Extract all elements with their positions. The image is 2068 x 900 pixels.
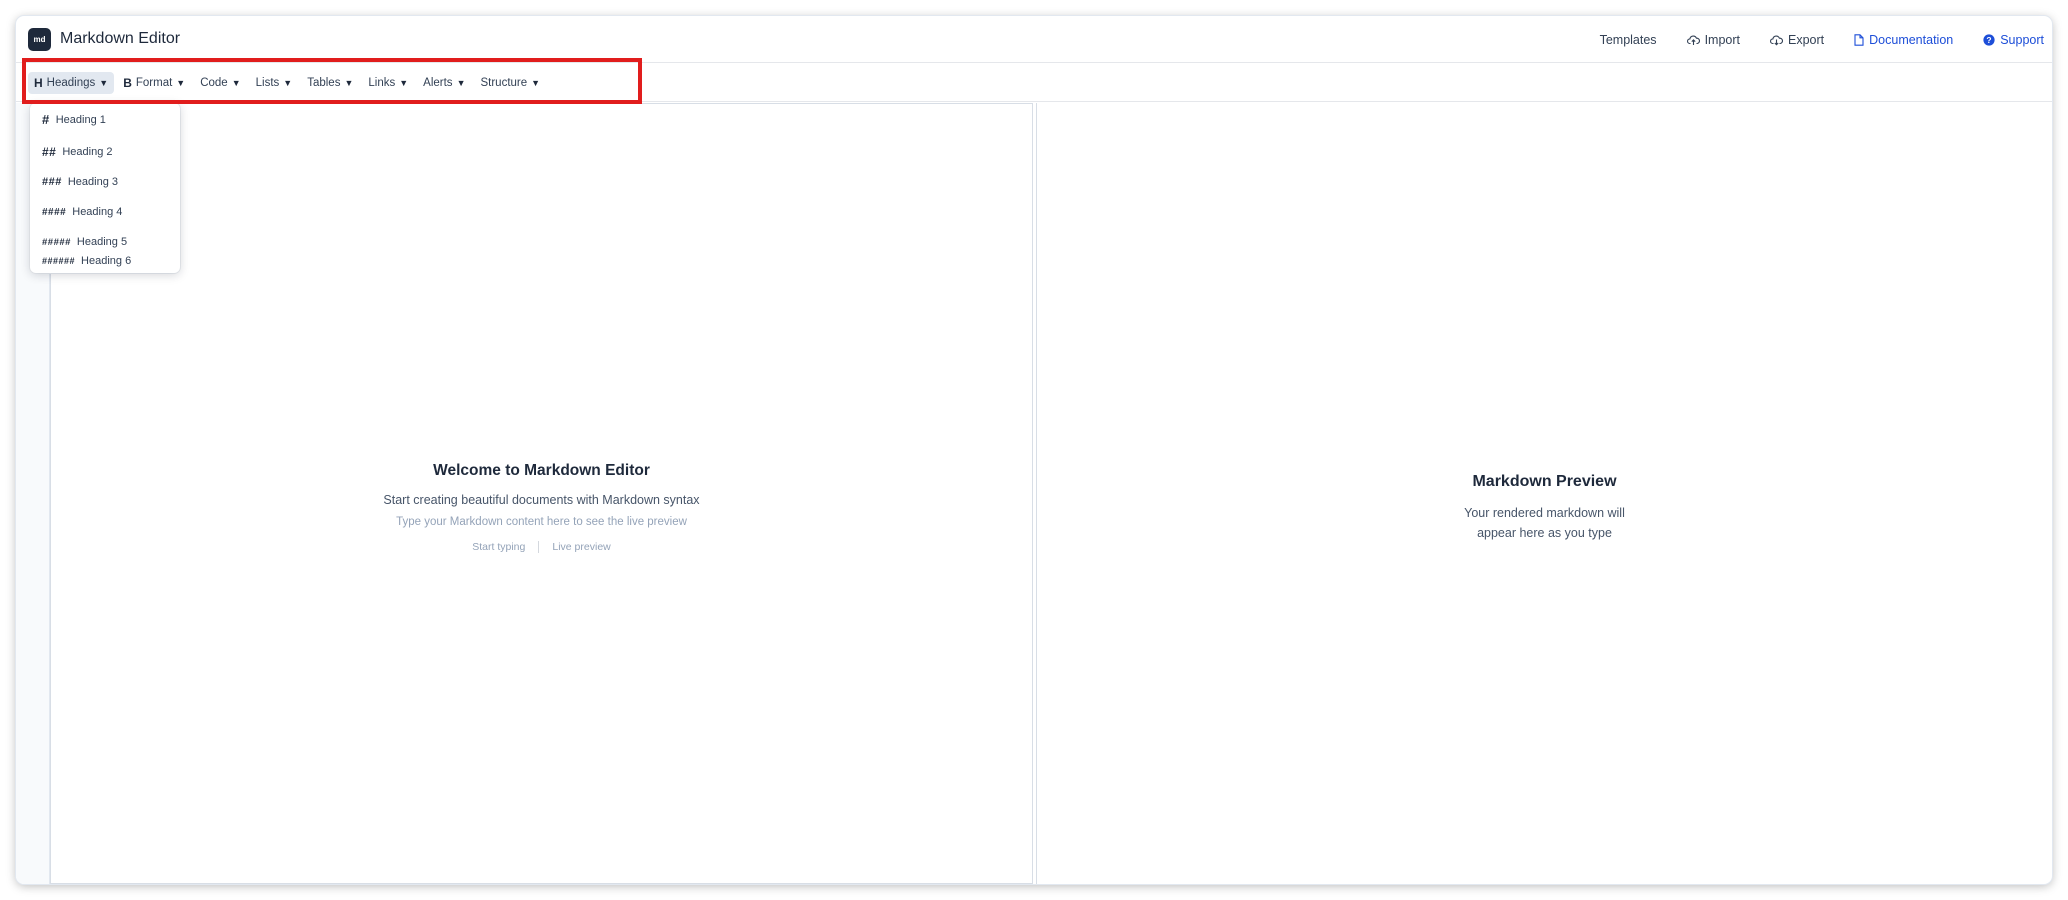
heading-icon: H	[34, 76, 43, 90]
hash-icon: #####	[42, 236, 71, 248]
caret-down-icon: ▼	[176, 78, 186, 88]
option-label: Heading 3	[67, 176, 119, 188]
heading-3-option[interactable]: ### Heading 3	[42, 176, 118, 188]
templates-button[interactable]: Templates	[1600, 33, 1657, 47]
menu-label: Format	[135, 77, 173, 89]
export-button[interactable]: Export	[1770, 33, 1824, 47]
links-menu-button[interactable]: Links ▼	[362, 72, 414, 94]
welcome-title: Welcome to Markdown Editor	[433, 462, 650, 479]
app-logo: md	[28, 28, 51, 51]
caret-down-icon: ▼	[99, 78, 109, 88]
bold-icon: B	[123, 76, 132, 90]
preview-pane: Markdown Preview Your rendered markdown …	[1036, 103, 2052, 884]
document-icon	[1854, 33, 1864, 46]
formatting-toolbar: H Headings ▼ B Format ▼ Code ▼ Lists ▼ T…	[16, 64, 2052, 102]
templates-label: Templates	[1599, 32, 1657, 47]
heading-2-option[interactable]: ## Heading 2	[42, 145, 113, 159]
hash-icon: ##	[42, 145, 57, 159]
menu-label: Alerts	[423, 77, 453, 89]
menu-label: Lists	[255, 77, 280, 89]
preview-placeholder: Markdown Preview Your rendered markdown …	[1037, 473, 2052, 543]
import-label: Import	[1704, 32, 1740, 47]
alerts-menu-button[interactable]: Alerts ▼	[417, 72, 471, 94]
tables-menu-button[interactable]: Tables ▼	[301, 72, 359, 94]
tag-divider	[538, 541, 540, 553]
menu-label: Headings	[46, 77, 96, 89]
welcome-subtitle: Start creating beautiful documents with …	[383, 493, 700, 507]
toolbar-menus: H Headings ▼ B Format ▼ Code ▼ Lists ▼ T…	[28, 71, 549, 95]
heading-5-option[interactable]: ##### Heading 5	[42, 236, 127, 248]
menu-label: Links	[368, 77, 396, 89]
heading-4-option[interactable]: #### Heading 4	[42, 206, 122, 218]
option-label: Heading 4	[72, 206, 123, 218]
documentation-link[interactable]: Documentation	[1854, 33, 1953, 47]
start-typing-tag: Start typing	[472, 541, 526, 553]
import-button[interactable]: Import	[1686, 32, 1740, 47]
support-link[interactable]: ? Support	[1983, 33, 2044, 47]
live-preview-tag: Live preview	[552, 541, 611, 553]
menu-label: Tables	[307, 77, 341, 89]
headings-menu-button[interactable]: H Headings ▼	[28, 72, 115, 94]
option-label: Heading 5	[76, 236, 128, 248]
option-label: Heading 1	[55, 113, 106, 126]
caret-down-icon: ▼	[231, 78, 241, 88]
app-window: md Markdown Editor Templates Import Expo…	[16, 16, 2052, 884]
hash-icon: #	[42, 112, 50, 127]
option-label: Heading 6	[81, 255, 132, 267]
support-label: Support	[2000, 32, 2044, 47]
structure-menu-button[interactable]: Structure ▼	[474, 72, 546, 94]
editor-pane[interactable]: Welcome to Markdown Editor Start creatin…	[50, 103, 1033, 884]
app-header: md Markdown Editor Templates Import Expo…	[16, 16, 2052, 63]
heading-6-option[interactable]: ###### Heading 6	[42, 255, 131, 267]
headings-dropdown: # Heading 1 ## Heading 2 ### Heading 3 #…	[30, 103, 180, 273]
hash-icon: ######	[42, 256, 76, 266]
caret-down-icon: ▼	[344, 78, 354, 88]
welcome-tags: Start typing Live preview	[51, 541, 1032, 553]
help-circle-icon: ?	[1983, 33, 1995, 46]
hash-icon: ####	[42, 206, 67, 218]
top-nav: Templates Import Export Documentation ? …	[1570, 16, 2044, 63]
menu-label: Code	[200, 77, 228, 89]
caret-down-icon: ▼	[531, 78, 541, 88]
welcome-hint: Type your Markdown content here to see t…	[396, 516, 687, 528]
export-label: Export	[1788, 32, 1825, 47]
menu-label: Structure	[480, 77, 528, 89]
code-menu-button[interactable]: Code ▼	[194, 72, 246, 94]
svg-text:?: ?	[1987, 35, 1992, 45]
hash-icon: ###	[42, 176, 62, 188]
cloud-download-icon	[1770, 34, 1783, 46]
option-label: Heading 2	[62, 146, 113, 158]
caret-down-icon: ▼	[283, 78, 293, 88]
welcome-panel: Welcome to Markdown Editor Start creatin…	[51, 462, 1032, 553]
caret-down-icon: ▼	[399, 78, 409, 88]
preview-description: Your rendered markdown will appear here …	[1464, 506, 1625, 540]
caret-down-icon: ▼	[456, 78, 466, 88]
cloud-upload-icon	[1686, 34, 1700, 46]
preview-title: Markdown Preview	[1472, 473, 1617, 490]
documentation-label: Documentation	[1869, 32, 1954, 47]
heading-1-option[interactable]: # Heading 1	[42, 112, 106, 127]
lists-menu-button[interactable]: Lists ▼	[250, 72, 299, 94]
app-title: Markdown Editor	[60, 30, 181, 47]
format-menu-button[interactable]: B Format ▼	[117, 72, 191, 94]
